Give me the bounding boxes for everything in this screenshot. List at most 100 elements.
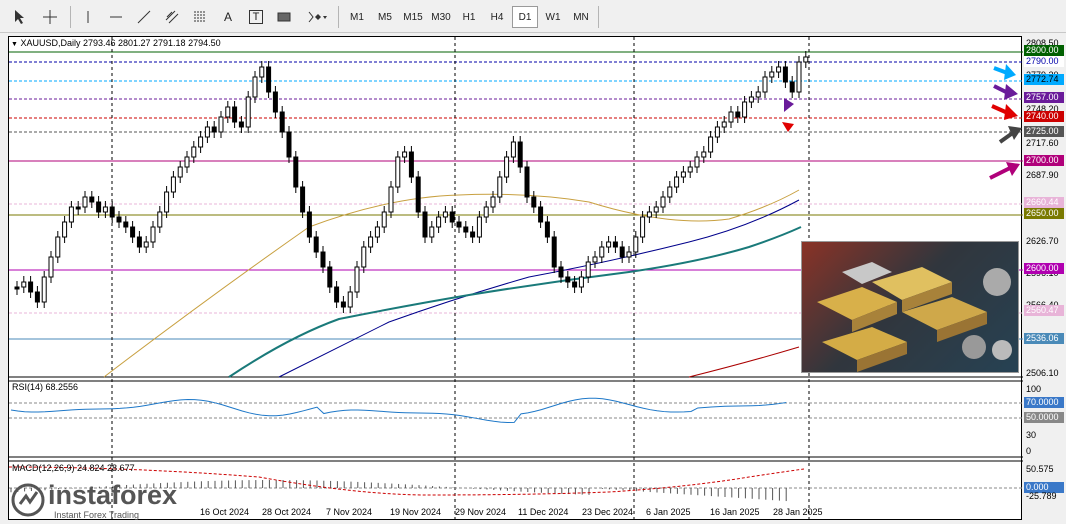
- candle: [96, 201, 102, 213]
- candle: [483, 206, 489, 218]
- date-axis-label: 29 Nov 2024: [455, 507, 507, 517]
- date-axis-label: 6 Jan 2025: [646, 507, 691, 517]
- tf-m15[interactable]: M15: [400, 6, 426, 28]
- candle: [408, 151, 414, 178]
- candle: [504, 156, 510, 178]
- macd-level: -25.789: [1026, 491, 1057, 501]
- tf-d1[interactable]: D1: [512, 6, 538, 28]
- candle: [14, 286, 20, 290]
- price-axis-label: 2687.90: [1026, 170, 1059, 180]
- price-axis-label: 2506.10: [1026, 368, 1059, 378]
- candle: [184, 156, 190, 168]
- candle: [402, 151, 408, 158]
- candle: [646, 211, 652, 218]
- shapes-dropdown-icon[interactable]: [304, 6, 330, 28]
- text-label-icon[interactable]: T: [244, 6, 268, 28]
- candle: [252, 76, 258, 98]
- candle: [660, 196, 666, 208]
- candle: [28, 281, 34, 293]
- candle: [225, 106, 231, 118]
- crosshair-icon[interactable]: [38, 6, 62, 28]
- candle: [75, 206, 81, 210]
- brand-tagline: Instant Forex Trading: [54, 510, 140, 520]
- brand-name: instaforex: [48, 480, 178, 510]
- candle: [606, 241, 612, 248]
- tf-m5[interactable]: M5: [372, 6, 398, 28]
- tf-h1[interactable]: H1: [456, 6, 482, 28]
- candle: [612, 241, 618, 248]
- candle: [293, 156, 299, 188]
- candle: [456, 221, 462, 228]
- date-axis-label: 7 Nov 2024: [326, 507, 373, 517]
- tf-mn[interactable]: MN: [568, 6, 594, 28]
- date-axis-label: 28 Jan 2025: [773, 507, 823, 517]
- toolbar: A T M1 M5 M15 M30 H1 H4 D1 W1 MN: [0, 0, 1066, 33]
- candle: [633, 236, 639, 253]
- candle: [395, 156, 401, 188]
- price-tag: 2600.00: [1024, 263, 1064, 274]
- rsi-level: 30: [1026, 430, 1037, 440]
- symbol-header: XAUUSD,Daily 2793.46 2801.27 2791.18 279…: [20, 38, 221, 48]
- candle: [211, 126, 217, 133]
- vertical-line-icon[interactable]: [76, 6, 100, 28]
- candle: [143, 241, 149, 248]
- candle: [748, 96, 754, 103]
- candle: [238, 121, 244, 128]
- candle: [368, 236, 374, 248]
- macd-label: MACD(12,26,9) 24.824 28.677: [12, 463, 135, 473]
- tf-h4[interactable]: H4: [484, 6, 510, 28]
- candle: [327, 266, 333, 288]
- candle: [374, 226, 380, 238]
- instaforex-logo: instaforex Instant Forex Trading: [8, 480, 188, 524]
- candle: [102, 206, 108, 213]
- candle: [626, 251, 632, 258]
- price-tag: 2800.00: [1024, 45, 1064, 56]
- tf-w1[interactable]: W1: [540, 6, 566, 28]
- candle: [48, 256, 54, 278]
- price-tag: 2536.06: [1024, 333, 1064, 344]
- candle: [538, 206, 544, 223]
- candle: [361, 246, 367, 268]
- candle: [578, 276, 584, 288]
- candle: [531, 196, 537, 208]
- candle: [585, 261, 591, 278]
- candle: [789, 81, 795, 93]
- candle: [667, 186, 673, 198]
- candle: [164, 191, 170, 213]
- price-tag: 2660.44: [1024, 197, 1064, 208]
- cursor-icon[interactable]: [8, 6, 32, 28]
- trendline-icon[interactable]: [132, 6, 156, 28]
- candle: [422, 211, 428, 238]
- candle: [218, 116, 224, 133]
- candle: [55, 236, 61, 258]
- candle: [232, 106, 238, 123]
- horizontal-line-icon[interactable]: [104, 6, 128, 28]
- candle: [476, 216, 482, 238]
- candle: [306, 211, 312, 238]
- price-tag: 2740.00: [1024, 111, 1064, 122]
- text-tool-icon[interactable]: A: [216, 6, 240, 28]
- candle: [694, 156, 700, 168]
- candle: [572, 281, 578, 288]
- candle: [388, 186, 394, 213]
- candle: [619, 246, 625, 258]
- arrows-marker-icon: [782, 98, 794, 132]
- candle: [320, 251, 326, 268]
- candle: [82, 196, 88, 208]
- tf-m30[interactable]: M30: [428, 6, 454, 28]
- right-arrows-icon: [989, 64, 1022, 180]
- channel-icon[interactable]: [160, 6, 184, 28]
- rectangle-icon[interactable]: [272, 6, 296, 28]
- date-axis-label: 16 Jan 2025: [710, 507, 760, 517]
- collapse-icon[interactable]: ▼: [11, 41, 18, 48]
- price-tag: 2757.00: [1024, 92, 1064, 103]
- candle: [198, 136, 204, 148]
- candle: [449, 211, 455, 223]
- chart-window[interactable]: ▼ XAUUSD,Daily 2793.46 2801.27 2791.18 2…: [8, 36, 1023, 521]
- candle: [592, 256, 598, 263]
- fibonacci-icon[interactable]: [188, 6, 212, 28]
- date-axis-label: 28 Oct 2024: [262, 507, 312, 517]
- candle: [524, 166, 530, 198]
- tf-m1[interactable]: M1: [344, 6, 370, 28]
- candle: [245, 96, 251, 128]
